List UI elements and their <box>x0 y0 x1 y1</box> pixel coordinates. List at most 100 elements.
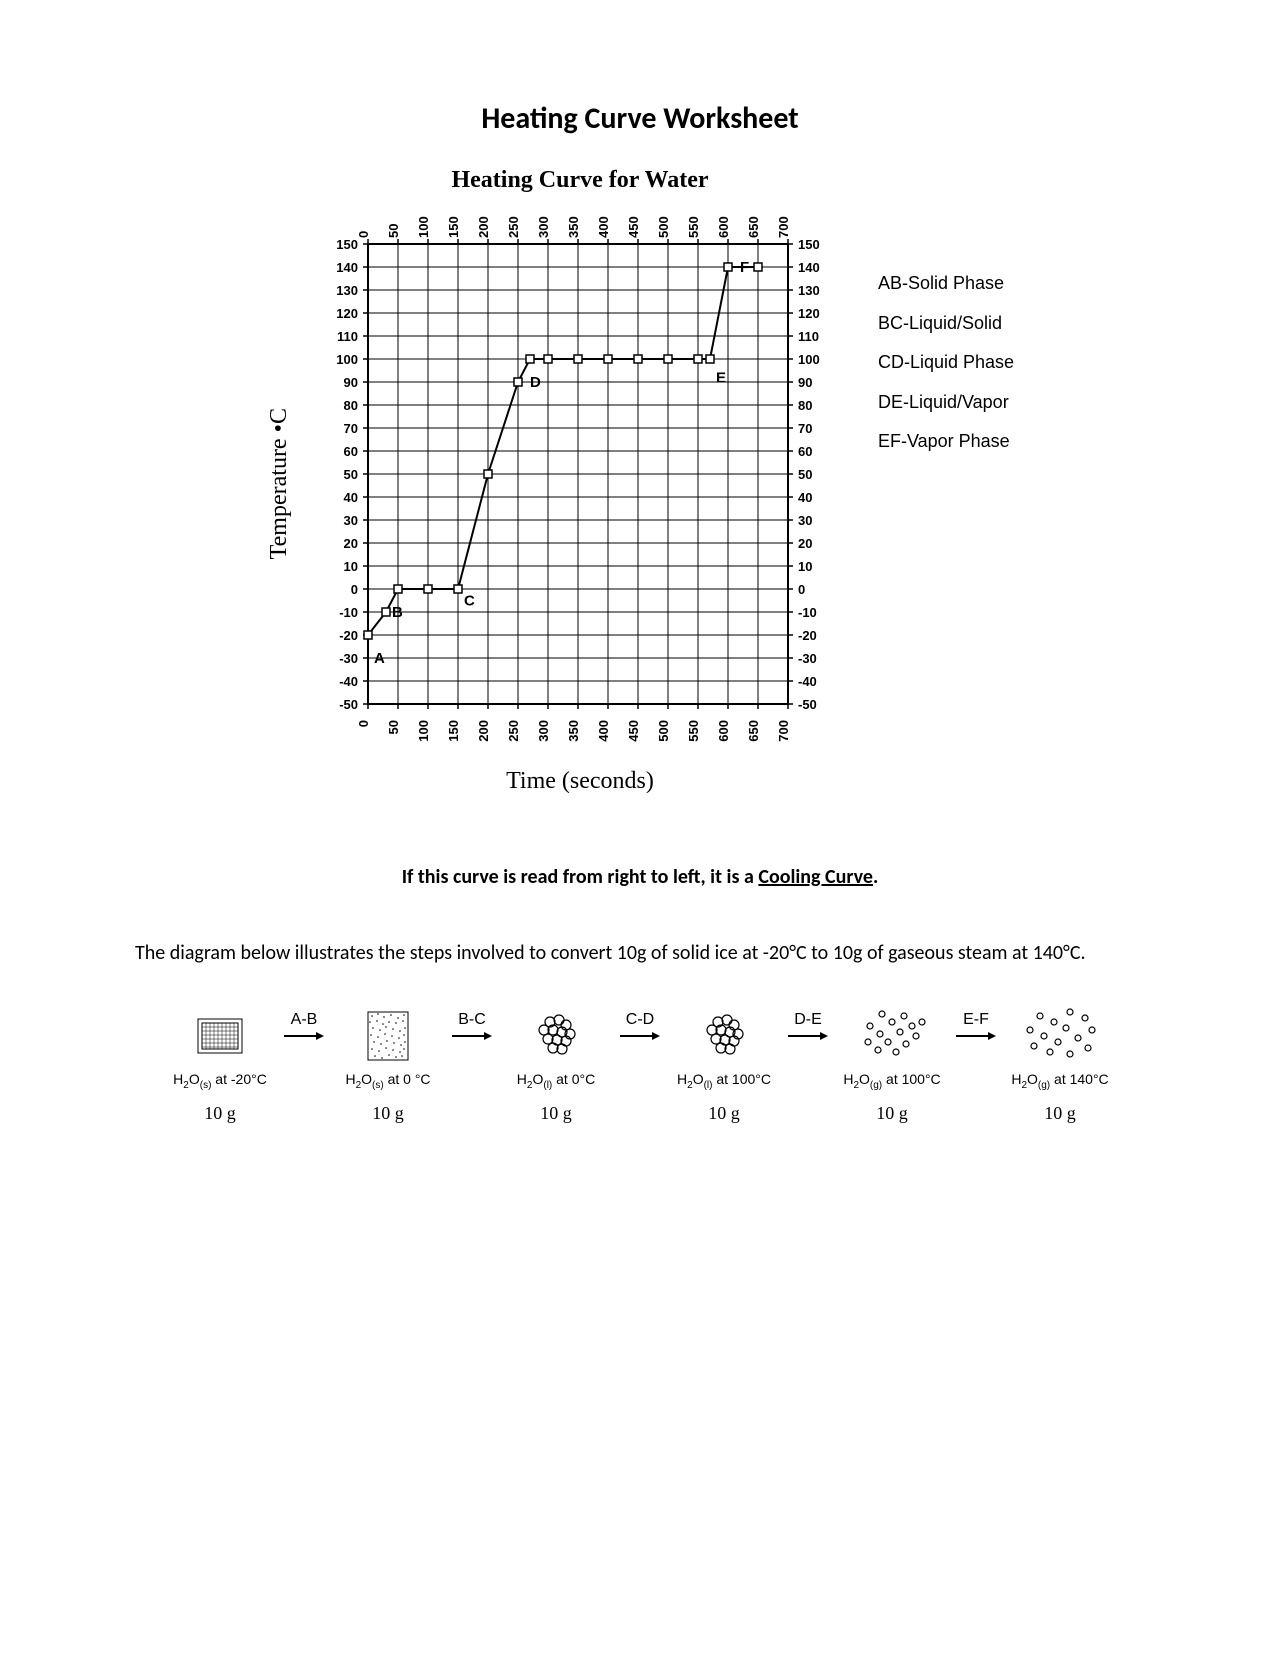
svg-text:0: 0 <box>356 231 371 238</box>
mass-6: 10 g <box>1044 1103 1076 1124</box>
svg-text:-20: -20 <box>798 628 817 643</box>
svg-text:50: 50 <box>386 224 401 238</box>
svg-text:20: 20 <box>798 536 812 551</box>
caption-4: H2O(l) at 100°C <box>677 1071 771 1091</box>
svg-text:600: 600 <box>716 720 731 742</box>
y-axis-label: Temperature •C <box>266 408 293 559</box>
svg-text:130: 130 <box>798 283 820 298</box>
svg-text:400: 400 <box>596 720 611 742</box>
svg-text:60: 60 <box>343 444 357 459</box>
svg-text:140: 140 <box>798 260 820 275</box>
svg-text:50: 50 <box>798 467 812 482</box>
svg-text:70: 70 <box>798 421 812 436</box>
svg-text:700: 700 <box>776 720 791 742</box>
svg-text:40: 40 <box>798 490 812 505</box>
svg-text:400: 400 <box>596 216 611 238</box>
svg-text:30: 30 <box>343 513 357 528</box>
step-5: H2O(g) at 100°C 10 g <box>828 1007 956 1124</box>
svg-text:-30: -30 <box>339 651 358 666</box>
caption-6: H2O(g) at 140°C <box>1011 1071 1108 1091</box>
legend-cd: CD-Liquid Phase <box>878 343 1014 383</box>
svg-text:350: 350 <box>566 720 581 742</box>
chart-svg: 0050501001001501502002002502503003003503… <box>298 204 858 764</box>
svg-text:150: 150 <box>446 720 461 742</box>
svg-text:-10: -10 <box>798 605 817 620</box>
svg-text:200: 200 <box>476 720 491 742</box>
svg-text:A: A <box>374 650 385 667</box>
legend-bc: BC-Liquid/Solid <box>878 304 1014 344</box>
caption-5: H2O(g) at 100°C <box>843 1071 940 1091</box>
svg-text:0: 0 <box>356 720 371 727</box>
svg-text:100: 100 <box>416 216 431 238</box>
mass-1: 10 g <box>204 1103 236 1124</box>
mass-3: 10 g <box>540 1103 572 1124</box>
svg-text:150: 150 <box>336 237 358 252</box>
svg-text:50: 50 <box>386 720 401 734</box>
svg-text:120: 120 <box>798 306 820 321</box>
step-2: H2O(s) at 0 °C 10 g <box>324 1007 452 1124</box>
mass-5: 10 g <box>876 1103 908 1124</box>
legend-de: DE-Liquid/Vapor <box>878 383 1014 423</box>
svg-text:150: 150 <box>446 216 461 238</box>
svg-text:700: 700 <box>776 216 791 238</box>
step-1: H2O(s) at -20°C 10 g <box>156 1007 284 1124</box>
arrow-de: D-E <box>788 1007 828 1041</box>
liquid-cold-icon <box>516 1007 596 1065</box>
worksheet-page: Heating Curve Worksheet Heating Curve fo… <box>0 0 1280 1324</box>
steps-diagram: H2O(s) at -20°C 10 g A-B <box>135 1007 1145 1124</box>
svg-text:450: 450 <box>626 720 641 742</box>
svg-text:-20: -20 <box>339 628 358 643</box>
chart-legend: AB-Solid Phase BC-Liquid/Solid CD-Liquid… <box>878 264 1014 462</box>
svg-text:150: 150 <box>798 237 820 252</box>
svg-text:650: 650 <box>746 720 761 742</box>
svg-text:250: 250 <box>506 720 521 742</box>
svg-text:100: 100 <box>416 720 431 742</box>
arrow-ef: E-F <box>956 1007 996 1041</box>
svg-text:30: 30 <box>798 513 812 528</box>
svg-text:F: F <box>740 259 749 276</box>
svg-text:100: 100 <box>798 352 820 367</box>
svg-text:300: 300 <box>536 216 551 238</box>
step-6: H2O(g) at 140°C 10 g <box>996 1007 1124 1124</box>
svg-text:130: 130 <box>336 283 358 298</box>
svg-text:300: 300 <box>536 720 551 742</box>
svg-text:500: 500 <box>656 720 671 742</box>
cooling-note-ul: Cooling Curve <box>758 865 873 889</box>
svg-text:80: 80 <box>343 398 357 413</box>
caption-1: H2O(s) at -20°C <box>173 1071 267 1091</box>
gas-hotter-icon <box>1020 1007 1100 1065</box>
arrow-cd: C-D <box>620 1007 660 1041</box>
cooling-note-pre: If this curve is read from right to left… <box>402 865 759 889</box>
arrow-ab: A-B <box>284 1007 324 1041</box>
svg-text:110: 110 <box>337 329 358 344</box>
solid-cold-icon <box>180 1007 260 1065</box>
svg-text:40: 40 <box>343 490 357 505</box>
heating-curve-chart: Heating Curve for Water Temperature •C 0… <box>135 167 1145 795</box>
svg-text:80: 80 <box>798 398 812 413</box>
svg-text:0: 0 <box>798 582 805 597</box>
svg-text:90: 90 <box>343 375 357 390</box>
svg-text:600: 600 <box>716 216 731 238</box>
cooling-note: If this curve is read from right to left… <box>135 865 1145 889</box>
svg-text:60: 60 <box>798 444 812 459</box>
svg-text:-50: -50 <box>798 697 817 712</box>
svg-text:550: 550 <box>686 216 701 238</box>
legend-ef: EF-Vapor Phase <box>878 422 1014 462</box>
svg-text:D: D <box>530 374 541 391</box>
svg-text:-40: -40 <box>339 674 358 689</box>
svg-text:120: 120 <box>336 306 358 321</box>
svg-text:200: 200 <box>476 216 491 238</box>
caption-3: H2O(l) at 0°C <box>517 1071 595 1091</box>
svg-text:-10: -10 <box>339 605 358 620</box>
svg-text:100: 100 <box>336 352 358 367</box>
svg-text:10: 10 <box>343 559 357 574</box>
svg-text:110: 110 <box>798 329 819 344</box>
svg-text:-30: -30 <box>798 651 817 666</box>
page-title: Heating Curve Worksheet <box>135 100 1145 137</box>
svg-text:140: 140 <box>336 260 358 275</box>
step-4: H2O(l) at 100°C 10 g <box>660 1007 788 1124</box>
svg-text:C: C <box>464 593 475 610</box>
mass-2: 10 g <box>372 1103 404 1124</box>
svg-text:20: 20 <box>343 536 357 551</box>
mass-4: 10 g <box>708 1103 740 1124</box>
